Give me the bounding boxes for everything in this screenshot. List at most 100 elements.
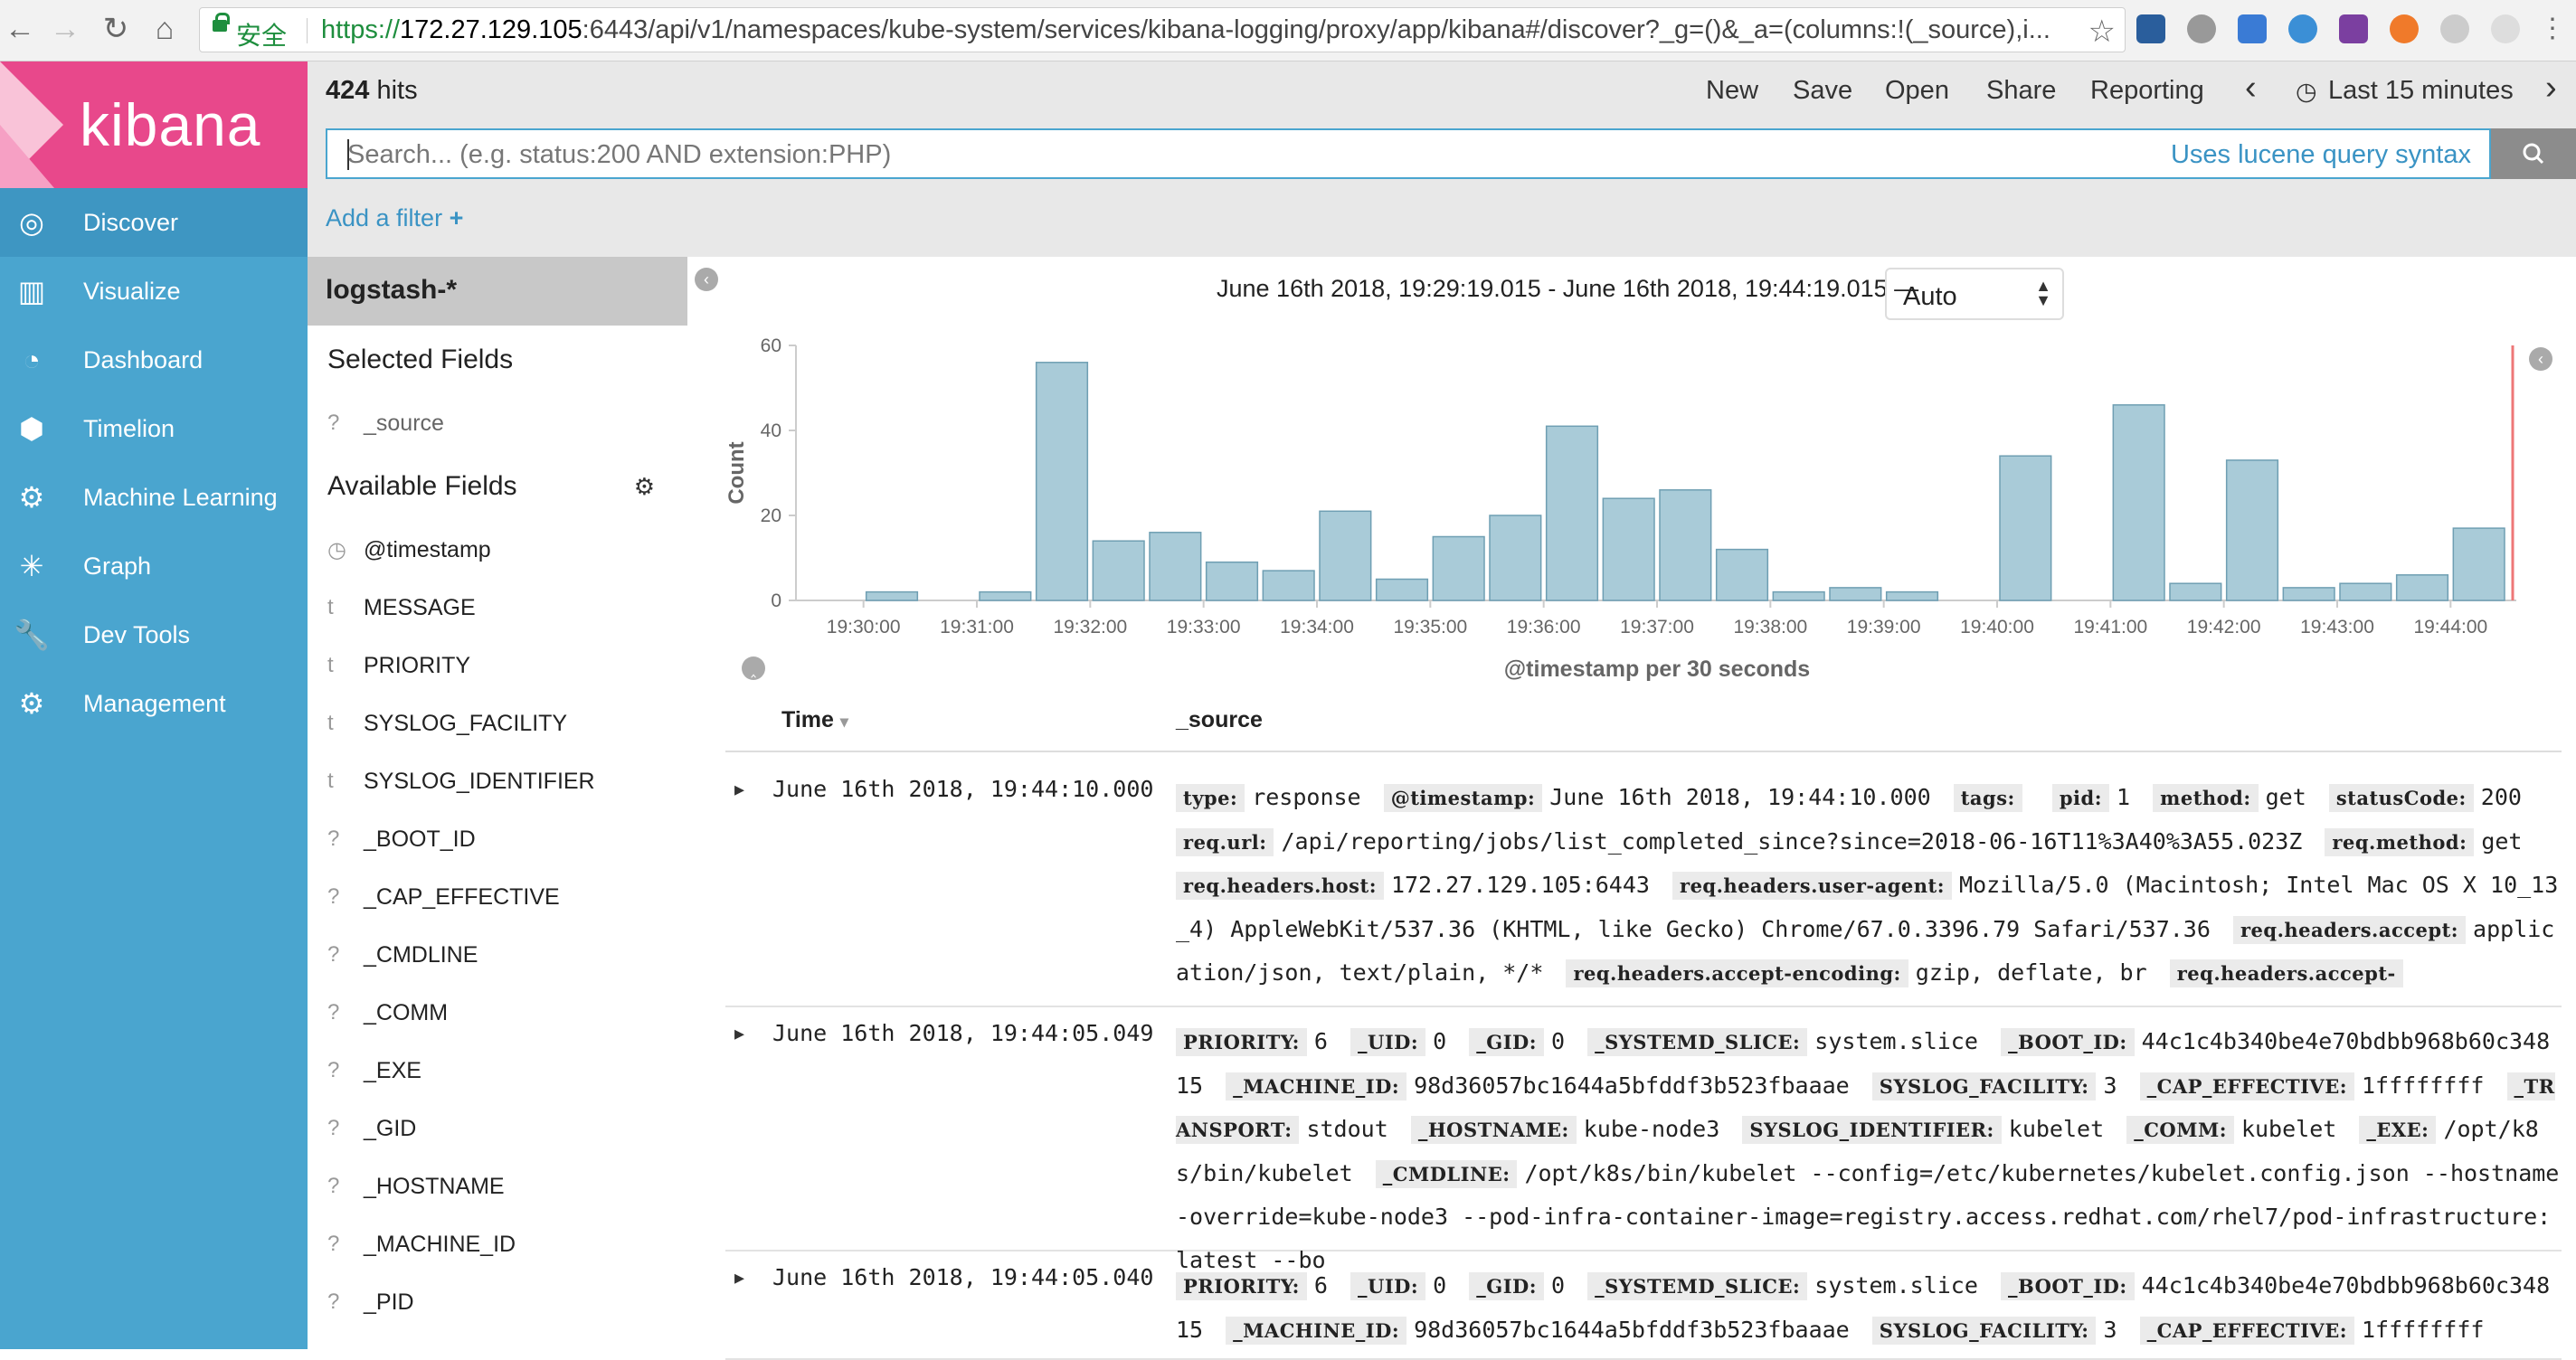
sidebar-item-dev-tools[interactable]: 🔧 Dev Tools: [0, 600, 308, 669]
field-item[interactable]: t SYSLOG_FACILITY: [308, 694, 687, 752]
time-column-header[interactable]: Time ▾: [781, 707, 848, 733]
extension-icon[interactable]: [2440, 14, 2469, 43]
kibana-logo[interactable]: kibana: [0, 61, 308, 188]
home-icon[interactable]: ⌂: [145, 9, 185, 49]
index-pattern-selector[interactable]: logstash-*: [308, 257, 687, 326]
field-item[interactable]: ? _HOSTNAME: [308, 1157, 687, 1215]
source-field-key: _EXE:: [2359, 1116, 2437, 1144]
sort-arrow-icon[interactable]: ▾: [840, 713, 848, 731]
expand-row-icon[interactable]: ▸: [734, 1022, 744, 1045]
back-arrow-icon[interactable]: ←: [0, 9, 40, 49]
field-item[interactable]: ? _GID: [308, 1100, 687, 1157]
field-item[interactable]: ? _source: [308, 394, 687, 452]
onenote-extension-icon[interactable]: [2339, 14, 2368, 43]
bar[interactable]: [1375, 578, 1429, 601]
bar[interactable]: [1489, 515, 1542, 601]
table-row[interactable]: ▸ June 16th 2018, 19:44:10.000 type: respon…: [725, 763, 2562, 1007]
bar[interactable]: [1205, 561, 1259, 601]
field-item[interactable]: ? _PID: [308, 1273, 687, 1331]
source-field-key: _COMM:: [2126, 1116, 2234, 1144]
sidebar-item-graph[interactable]: ✳ Graph: [0, 532, 308, 600]
extension-icon[interactable]: [2238, 14, 2267, 43]
save-button[interactable]: Save: [1793, 76, 1852, 106]
field-item[interactable]: t SYSLOG_IDENTIFIER: [308, 752, 687, 810]
expand-row-icon[interactable]: ▸: [734, 778, 744, 801]
url-text[interactable]: https://172.27.129.105:6443/api/v1/names…: [321, 15, 2058, 45]
search-button[interactable]: [2491, 128, 2576, 179]
sidebar-item-machine-learning[interactable]: ⚙ Machine Learning: [0, 463, 308, 532]
sidebar-item-management[interactable]: ⚙ Management: [0, 669, 308, 738]
bar[interactable]: [2452, 527, 2505, 601]
extension-icon[interactable]: [2390, 14, 2419, 43]
bar[interactable]: [2112, 404, 2165, 601]
sidebar-item-discover[interactable]: ◎ Discover: [0, 188, 308, 257]
field-item[interactable]: ? _CAP_EFFECTIVE: [308, 868, 687, 926]
bar[interactable]: [1035, 362, 1089, 601]
expand-row-icon[interactable]: ▸: [734, 1266, 744, 1289]
bar[interactable]: [2395, 574, 2449, 601]
interval-select[interactable]: Auto ▲ ▼: [1885, 268, 2064, 320]
address-bar[interactable]: 安全 https://172.27.129.105:6443/api/v1/na…: [199, 7, 2126, 52]
reload-icon[interactable]: ↻: [96, 9, 136, 49]
time-picker-button[interactable]: Last 15 minutes: [2328, 76, 2514, 106]
bar[interactable]: [2225, 459, 2279, 601]
field-item[interactable]: ◷ @timestamp: [308, 521, 687, 579]
field-item[interactable]: ? _COMM: [308, 984, 687, 1042]
download-extension-icon[interactable]: [2136, 14, 2165, 43]
field-item[interactable]: t MESSAGE: [308, 579, 687, 637]
bar[interactable]: [1149, 532, 1202, 601]
bar[interactable]: [1602, 497, 1655, 601]
bar[interactable]: [1262, 570, 1315, 601]
bar[interactable]: [2169, 582, 2222, 601]
x-tick-label: 19:36:00: [1507, 617, 1581, 638]
field-item[interactable]: ? _BOOT_ID: [308, 810, 687, 868]
field-item[interactable]: ? _EXE: [308, 1042, 687, 1100]
source-field-key: _SYSTEMD_SLICE:: [1587, 1028, 1808, 1056]
bar[interactable]: [2339, 582, 2392, 601]
bar[interactable]: [1659, 489, 1712, 601]
table-row[interactable]: ▸ June 16th 2018, 19:44:05.049 PRIORITY: 6 …: [725, 1007, 2562, 1273]
field-name: _EXE: [364, 1057, 421, 1083]
bar[interactable]: [1999, 455, 2052, 601]
share-button[interactable]: Share: [1986, 76, 2056, 106]
collapse-chart-icon[interactable]: ‸: [742, 656, 765, 680]
bar-chart-icon: ▥: [17, 275, 46, 307]
bar[interactable]: [865, 590, 919, 601]
table-row[interactable]: ▸ June 16th 2018, 19:44:05.040 PRIORITY: 6 …: [725, 1251, 2562, 1360]
search-input[interactable]: Search... (e.g. status:200 AND extension…: [326, 128, 2491, 179]
bar[interactable]: [1885, 590, 1939, 601]
bar[interactable]: [1432, 535, 1485, 601]
bar[interactable]: [1829, 587, 1882, 601]
bar[interactable]: [1092, 540, 1145, 601]
sidebar-item-visualize[interactable]: ▥ Visualize: [0, 257, 308, 326]
forward-arrow-icon[interactable]: →: [45, 9, 85, 49]
new-button[interactable]: New: [1706, 76, 1758, 106]
add-filter-link[interactable]: Add a filter +: [326, 204, 463, 232]
chart-legend-toggle-icon[interactable]: ‹: [2529, 347, 2552, 371]
bar[interactable]: [979, 590, 1032, 601]
time-prev-icon[interactable]: ‹: [2245, 69, 2257, 108]
source-field-key: _CMDLINE:: [1375, 1159, 1518, 1188]
lucene-syntax-link[interactable]: Uses lucene query syntax: [2171, 140, 2471, 170]
open-button[interactable]: Open: [1885, 76, 1949, 106]
bar[interactable]: [2282, 587, 2335, 601]
field-item[interactable]: ? _MACHINE_ID: [308, 1215, 687, 1273]
extension-icon[interactable]: [2288, 14, 2317, 43]
extension-icon[interactable]: [2187, 14, 2216, 43]
field-item[interactable]: t PRIORITY: [308, 637, 687, 694]
bookmark-star-icon[interactable]: ☆: [2088, 14, 2116, 50]
bar[interactable]: [1319, 510, 1372, 601]
row-timestamp: June 16th 2018, 19:44:05.040: [772, 1264, 1154, 1290]
field-settings-gear-icon[interactable]: ⚙: [634, 473, 655, 501]
browser-menu-icon[interactable]: ⋮: [2533, 9, 2572, 49]
sidebar-item-dashboard[interactable]: ◔ Dashboard: [0, 326, 308, 394]
reporting-button[interactable]: Reporting: [2090, 76, 2204, 106]
field-item[interactable]: ? _CMDLINE: [308, 926, 687, 984]
bar[interactable]: [1545, 425, 1599, 601]
bar[interactable]: [1715, 548, 1769, 601]
sidebar-item-timelion[interactable]: ⬢ Timelion: [0, 394, 308, 463]
collapse-sidebar-icon[interactable]: ‹: [695, 268, 718, 291]
bar[interactable]: [1772, 590, 1825, 601]
extension-icon[interactable]: [2491, 14, 2520, 43]
time-next-icon[interactable]: ›: [2545, 69, 2557, 108]
